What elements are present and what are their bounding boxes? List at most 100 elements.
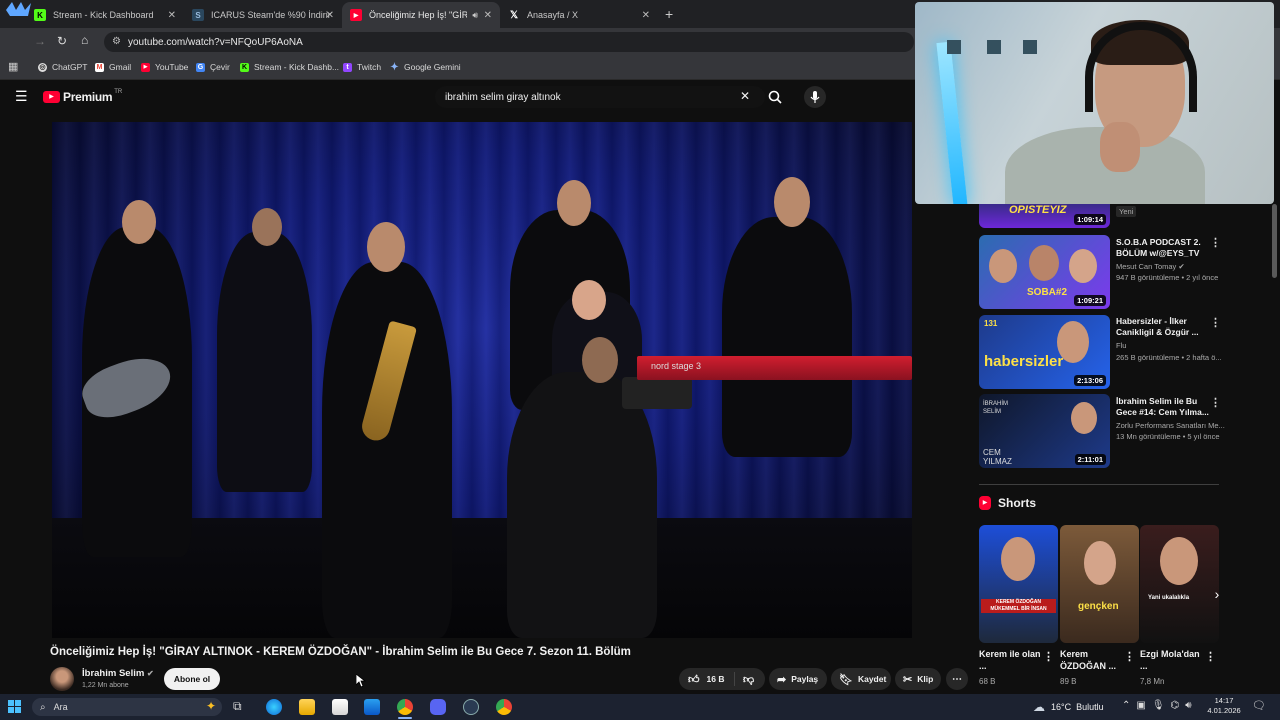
- more-options-icon[interactable]: ⋮: [1210, 396, 1221, 409]
- shorts-next-button[interactable]: ›: [1207, 586, 1227, 606]
- video-title[interactable]: Habersizler - İlker Canikligil & Özgür .…: [1116, 316, 1214, 338]
- thumbs-up-icon: 👍︎: [688, 673, 700, 686]
- close-icon[interactable]: ✕: [484, 10, 492, 21]
- chrome-profile-icon[interactable]: [496, 699, 512, 715]
- short-thumbnail[interactable]: gençken: [1060, 525, 1139, 643]
- task-view-icon[interactable]: ⧉: [233, 699, 242, 714]
- tab-x-home[interactable]: 𝕏 Anasayfa / X ✕: [500, 2, 658, 28]
- recommended-thumbnail[interactable]: 131 habersizler 2:13:06: [979, 315, 1110, 389]
- apps-grid-icon[interactable]: ▦: [8, 60, 18, 73]
- cameraman: [507, 372, 657, 638]
- more-options-icon[interactable]: ⋮: [1210, 236, 1221, 249]
- discord-icon[interactable]: [430, 699, 446, 715]
- home-icon[interactable]: ⌂: [81, 33, 88, 47]
- recommended-thumbnail[interactable]: OPISTEYIZ 1:09:14: [979, 204, 1110, 228]
- bassist-head: [122, 200, 156, 244]
- bookmark-gmail[interactable]: M Gmail: [95, 62, 131, 72]
- saxophonist-head: [367, 222, 405, 272]
- thumbnail-face: [989, 249, 1017, 283]
- youtube-logo-icon: ▶: [43, 91, 60, 103]
- bookmark-kick[interactable]: K Stream - Kick Dashb...: [240, 62, 339, 72]
- more-options-icon[interactable]: ⋮: [1210, 316, 1221, 329]
- short-title[interactable]: Kerem ile olan ...: [979, 648, 1045, 672]
- steam-icon[interactable]: [463, 699, 479, 715]
- share-button[interactable]: ➦ Paylaş: [769, 668, 827, 690]
- outlook-icon[interactable]: [364, 699, 380, 715]
- menu-icon[interactable]: ☰: [15, 88, 28, 105]
- mic-icon[interactable]: 🎙︎: [1152, 700, 1171, 711]
- clock-date: 4.01.2026: [1207, 706, 1241, 715]
- guitarist-head: [557, 180, 591, 226]
- tab-youtube-video[interactable]: ▶ Önceliğimiz Hep İş! "GİRAY 🔊︎ ✕: [342, 2, 500, 28]
- file-explorer-icon[interactable]: [299, 699, 315, 715]
- channel-avatar[interactable]: [50, 667, 74, 691]
- close-icon[interactable]: ✕: [326, 10, 334, 21]
- bookmark-youtube[interactable]: ▶ YouTube: [141, 62, 188, 72]
- youtube-premium-logo[interactable]: ▶ Premium TR: [43, 89, 122, 104]
- bookmark-twitch[interactable]: t Twitch: [343, 62, 381, 72]
- search-input[interactable]: ibrahim selim giray altınok ✕: [435, 86, 765, 108]
- channel-name[interactable]: Mesut Can Tomay ✔: [1116, 262, 1226, 271]
- store-icon[interactable]: [332, 699, 348, 715]
- close-icon[interactable]: ✕: [642, 10, 650, 21]
- short-title[interactable]: Ezgi Mola'dan ...: [1140, 648, 1206, 672]
- more-options-icon[interactable]: ⋮: [1043, 650, 1054, 663]
- tray-app-icon[interactable]: ▣: [1136, 700, 1151, 711]
- video-title[interactable]: S.O.B.A PODCAST 2. BÖLÜM w/@EYS_TV: [1116, 237, 1214, 259]
- bookmark-chatgpt[interactable]: ◎ ChatGPT: [38, 62, 87, 72]
- subscribe-button[interactable]: Abone ol: [164, 668, 220, 690]
- bookmark-gemini[interactable]: ✦ Google Gemini: [390, 62, 460, 72]
- short-title[interactable]: Kerem ÖZDOĞAN ...: [1060, 648, 1126, 672]
- speaker-icon[interactable]: 🔊︎: [472, 10, 478, 21]
- thumbs-down-icon: 👎︎: [743, 673, 755, 686]
- shorts-icon: ▶: [979, 496, 991, 510]
- video-player[interactable]: nord stage 3: [52, 122, 912, 638]
- more-options-icon[interactable]: ⋮: [1205, 650, 1216, 663]
- streamer-hand: [1100, 122, 1140, 172]
- wifi-icon[interactable]: ⌬: [1171, 700, 1186, 711]
- tab-kick-dashboard[interactable]: K Stream - Kick Dashboard ✕: [26, 2, 184, 28]
- video-title[interactable]: İbrahim Selim ile Bu Gece #14: Cem Yılma…: [1116, 396, 1214, 418]
- chatgpt-icon: ◎: [38, 62, 47, 72]
- dislike-button[interactable]: 👎︎: [735, 673, 754, 686]
- system-tray[interactable]: ⌃▣🎙︎⌬🔊︎: [1122, 700, 1198, 711]
- short-thumbnail[interactable]: KEREM ÖZDOĞAN MÜKEMMEL BİR İNSAN: [979, 525, 1058, 643]
- start-button[interactable]: [8, 700, 22, 714]
- video-meta: 947 B görüntüleme • 2 yıl önce: [1116, 273, 1219, 282]
- forward-icon[interactable]: →: [34, 34, 46, 48]
- more-options-icon[interactable]: ⋮: [1124, 650, 1135, 663]
- taskbar-search[interactable]: ⌕ Ara ✦: [32, 698, 222, 716]
- reload-icon[interactable]: ↻: [57, 34, 67, 48]
- scrollbar[interactable]: [1272, 204, 1277, 278]
- address-bar[interactable]: ⚙ youtube.com/watch?v=NFQoUP6AoNA: [104, 32, 914, 52]
- clear-search-icon[interactable]: ✕: [740, 89, 750, 103]
- close-icon[interactable]: ✕: [168, 10, 176, 21]
- chevron-up-icon[interactable]: ⌃: [1122, 700, 1136, 711]
- webcam-overlay: [915, 2, 1274, 204]
- short-views: 89 B: [1060, 677, 1077, 686]
- tab-icarus-steam[interactable]: S ICARUS Steam'de %90 İndirimli ✕: [184, 2, 342, 28]
- recommended-thumbnail[interactable]: SOBA#2 1:09:21: [979, 235, 1110, 309]
- site-info-icon[interactable]: ⚙: [112, 36, 121, 47]
- more-actions-button[interactable]: ⋯: [946, 668, 968, 690]
- clock[interactable]: 14:17 4.01.2026: [1205, 696, 1243, 716]
- short-views: 7,8 Mn: [1140, 677, 1165, 686]
- duration-badge: 2:11:01: [1074, 454, 1106, 465]
- save-button[interactable]: 🔖︎ Kaydet: [831, 668, 891, 690]
- notification-icon[interactable]: 🗨︎: [1252, 699, 1266, 712]
- clip-button[interactable]: ✂ Klip: [895, 668, 941, 690]
- new-tab-button[interactable]: +: [665, 6, 673, 22]
- channel-name[interactable]: Flu: [1116, 341, 1226, 350]
- like-button[interactable]: 👍︎ 16 B: [679, 672, 735, 686]
- chrome-icon[interactable]: [397, 699, 413, 715]
- short-thumbnail[interactable]: Yani ukalalıkla: [1140, 525, 1219, 643]
- weather-widget[interactable]: ☁ 16°C Bulutlu: [1033, 700, 1104, 714]
- volume-icon[interactable]: 🔊︎: [1185, 700, 1197, 711]
- search-button[interactable]: [762, 86, 790, 108]
- channel-name[interactable]: Zorlu Performans Sanatları Me...: [1116, 421, 1226, 430]
- channel-name[interactable]: İbrahim Selim ✔: [82, 668, 154, 679]
- edge-icon[interactable]: [266, 699, 282, 715]
- voice-search-button[interactable]: [804, 86, 826, 108]
- recommended-thumbnail[interactable]: İBRAHİM SELİM CEM YILMAZ 2:11:01: [979, 394, 1110, 468]
- bookmark-translate[interactable]: G Çevir: [196, 62, 230, 72]
